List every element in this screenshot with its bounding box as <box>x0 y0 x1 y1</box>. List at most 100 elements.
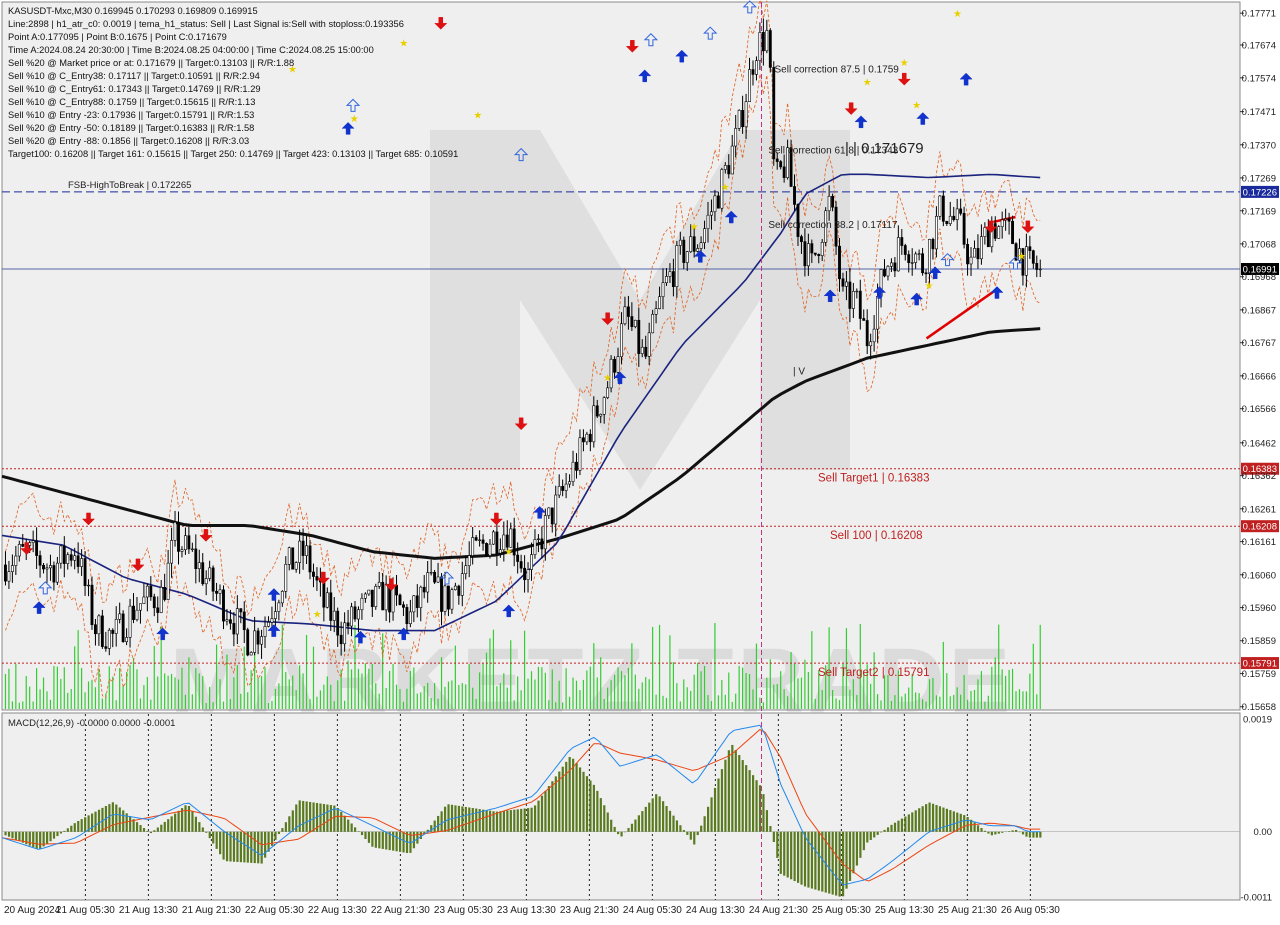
macd-histogram-bar <box>589 781 591 832</box>
price-axis-label: 0.16867 <box>1242 305 1276 316</box>
candle-body <box>1001 220 1003 227</box>
macd-histogram-bar <box>531 808 533 832</box>
macd-histogram-bar <box>641 811 643 832</box>
macd-histogram-bar <box>873 832 875 838</box>
price-axis-label: 0.17169 <box>1242 206 1276 217</box>
macd-histogram-bar <box>1008 831 1010 832</box>
macd-histogram-bar <box>392 832 394 851</box>
macd-histogram-bar <box>714 788 716 832</box>
macd-histogram-bar <box>586 776 588 832</box>
candle-body <box>980 237 982 259</box>
candle-body <box>925 273 927 274</box>
macd-histogram-bar <box>659 796 661 831</box>
macd-histogram-bar <box>81 819 83 832</box>
candle-body <box>838 246 840 279</box>
candle-body <box>240 609 242 612</box>
macd-histogram-bar <box>482 810 484 832</box>
macd-histogram-bar <box>707 807 709 832</box>
candle-body <box>375 586 377 606</box>
macd-histogram-bar <box>721 769 723 832</box>
candle-body <box>793 187 795 205</box>
candle-body <box>212 568 214 591</box>
candle-body <box>15 556 17 566</box>
macd-histogram-bar <box>198 822 200 832</box>
candle-body <box>465 566 467 574</box>
candle-body <box>4 565 6 581</box>
macd-histogram-bar <box>171 816 173 831</box>
macd-histogram-bar <box>292 810 294 831</box>
candle-body <box>153 597 155 608</box>
macd-histogram-bar <box>534 805 536 831</box>
price-axis-label: 0.15960 <box>1242 603 1276 614</box>
level-label: Sell 100 | 0.16208 <box>830 530 923 542</box>
candle-body <box>562 486 564 490</box>
macd-histogram-bar <box>496 812 498 832</box>
annotation-label: | V <box>793 367 805 378</box>
candle-body <box>766 30 768 50</box>
candle-body <box>506 535 508 547</box>
candle-body <box>624 307 626 324</box>
time-axis-label: 25 Aug 05:30 <box>812 905 871 916</box>
candle-body <box>634 320 636 326</box>
macd-histogram-bar <box>852 832 854 874</box>
star-icon: ★ <box>504 547 513 558</box>
macd-histogram-bar <box>108 804 110 832</box>
macd-histogram-bar <box>690 832 692 840</box>
macd-histogram-bar <box>925 804 927 832</box>
macd-histogram-bar <box>347 820 349 832</box>
macd-histogram-bar <box>700 826 702 832</box>
macd-histogram-bar <box>506 810 508 831</box>
macd-histogram-bar <box>787 832 789 878</box>
candle-body <box>918 254 920 255</box>
candle-body <box>714 196 716 212</box>
macd-histogram-bar <box>949 810 951 832</box>
candle-body <box>517 555 519 561</box>
candle-body <box>683 240 685 262</box>
macd-histogram-bar <box>575 763 577 832</box>
candle-body <box>859 291 861 318</box>
macd-histogram-bar <box>115 805 117 832</box>
candle-body <box>1008 219 1010 222</box>
candle-body <box>558 486 560 495</box>
candle-body <box>510 529 512 547</box>
candle-body <box>534 539 536 554</box>
macd-histogram-bar <box>524 809 526 832</box>
candle-body <box>700 243 702 249</box>
candle-body <box>274 612 276 619</box>
macd-histogram-bar <box>94 812 96 832</box>
candle-body <box>46 568 48 569</box>
macd-histogram-bar <box>697 832 699 835</box>
macd-histogram-bar <box>794 832 796 881</box>
candle-body <box>873 329 875 342</box>
candle-body <box>894 263 896 271</box>
candle-body <box>202 563 204 584</box>
price-axis-label: 0.17771 <box>1242 9 1276 20</box>
macd-histogram-bar <box>710 797 712 831</box>
info-line: Time A:2024.08.24 20:30:00 | Time B:2024… <box>8 45 374 55</box>
macd-histogram-bar <box>437 816 439 832</box>
candle-body <box>337 611 339 635</box>
macd-histogram-bar <box>375 832 377 848</box>
macd-histogram-bar <box>236 832 238 862</box>
macd-histogram-bar <box>890 825 892 832</box>
macd-histogram-bar <box>129 816 131 831</box>
candle-body <box>478 540 480 541</box>
macd-histogram-bar <box>146 831 148 832</box>
macd-histogram-bar <box>783 832 785 876</box>
candle-body <box>842 279 844 287</box>
macd-histogram-bar <box>953 811 955 831</box>
candle-body <box>994 224 996 239</box>
macd-histogram-bar <box>717 779 719 832</box>
candle-body <box>568 482 570 484</box>
candle-body <box>800 237 802 242</box>
macd-histogram-bar <box>877 832 879 835</box>
candle-body <box>731 146 733 174</box>
star-icon: ★ <box>350 114 359 125</box>
candle-body <box>35 541 37 556</box>
price-axis-label: 0.17068 <box>1242 239 1276 250</box>
candle-body <box>454 586 456 590</box>
macd-histogram-bar <box>849 832 851 881</box>
macd-histogram-bar <box>233 832 235 862</box>
macd-histogram-bar <box>302 801 304 832</box>
macd-histogram-bar <box>306 801 308 831</box>
